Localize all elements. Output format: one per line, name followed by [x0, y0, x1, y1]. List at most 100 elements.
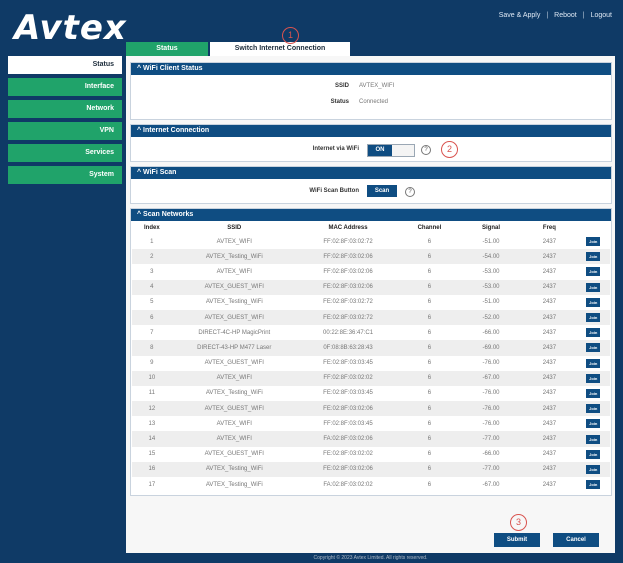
- cell-index: 5: [150, 299, 154, 306]
- cell-signal: -76.00: [482, 360, 500, 367]
- reboot-link[interactable]: Reboot: [551, 12, 580, 19]
- cell-index: 6: [132, 309, 172, 326]
- cell-channel: 6: [399, 461, 460, 477]
- table-row: 10 AVTEX_WIFI FF:02:8F:03:02:02 6 -67.00 2437…: [132, 370, 610, 386]
- cell-channel: 6: [427, 329, 432, 336]
- col-signal: Signal: [481, 224, 500, 231]
- cell-signal: -67.00: [459, 370, 523, 386]
- cell-signal: -69.00: [459, 340, 523, 356]
- help-icon[interactable]: ?: [405, 187, 415, 197]
- join-button[interactable]: Join: [586, 419, 601, 429]
- cell-freq: 2437: [522, 401, 577, 417]
- sidebar-item-interface[interactable]: Interface: [8, 78, 122, 96]
- join-button[interactable]: Join: [586, 267, 601, 277]
- cell-channel: 6: [427, 451, 432, 458]
- tab-switch-internet-connection[interactable]: Switch Internet Connection: [210, 42, 350, 56]
- table-row: 3 AVTEX_WIFI FF:02:8F:03:02:06 6 -53.00 2437 J…: [132, 264, 610, 279]
- cell-mac-address: FE:02:8F:03:02:72: [323, 299, 373, 306]
- table-row: 14 AVTEX_WIFI FA:02:8F:03:02:06 6 -77.00 2437…: [132, 431, 610, 447]
- tab-status[interactable]: Status: [126, 42, 208, 56]
- join-button[interactable]: Join: [586, 480, 601, 490]
- cell-action: Join: [577, 234, 610, 249]
- cell-mac-address: FE:02:8F:03:02:06: [296, 279, 400, 295]
- help-icon[interactable]: ?: [421, 145, 431, 155]
- top-links: Save & Apply | Reboot | Logout: [496, 12, 615, 19]
- sidebar-item-status[interactable]: Status: [8, 56, 122, 74]
- cell-mac-address: FF:02:8F:03:02:06: [323, 268, 373, 275]
- table-row: 8 DIRECT-43-HP M477 Laser 0F:08:8B:63:28:4…: [132, 340, 610, 356]
- sidebar: Status Interface Network VPN Services Sy…: [8, 56, 122, 188]
- join-button[interactable]: Join: [586, 449, 601, 459]
- annotation-marker-2: 2: [441, 141, 458, 158]
- status-label: Status: [330, 99, 349, 105]
- cell-signal: -52.00: [459, 309, 523, 326]
- join-button[interactable]: Join: [586, 464, 601, 474]
- cell-signal: -66.00: [482, 329, 500, 336]
- internet-via-wifi-toggle[interactable]: ON: [367, 144, 415, 157]
- internet-via-wifi-row: Internet via WiFi ON ?: [131, 141, 611, 157]
- join-button[interactable]: Join: [586, 388, 601, 398]
- logout-link[interactable]: Logout: [588, 12, 615, 19]
- scan-networks-body: 1 AVTEX_WIFI FF:02:8F:03:02:72 6 -51.00 2437 J…: [132, 234, 610, 492]
- scan-networks-panel: ^ Scan Networks Index SSID MAC Address C…: [130, 208, 612, 496]
- join-button[interactable]: Join: [586, 434, 601, 444]
- internet-via-wifi-label: Internet via WiFi: [312, 146, 359, 152]
- cell-freq: 2437: [542, 329, 557, 336]
- join-button[interactable]: Join: [586, 252, 601, 262]
- join-button[interactable]: Join: [586, 237, 601, 247]
- cell-index: 12: [132, 401, 172, 417]
- cell-freq: 2437: [522, 431, 577, 447]
- link-divider: |: [582, 12, 585, 19]
- cell-signal: -76.00: [459, 401, 523, 417]
- cell-freq: 2437: [522, 249, 577, 265]
- cell-action: Join: [576, 431, 610, 447]
- cell-index: 1: [150, 238, 154, 245]
- table-row: 2 AVTEX_Testing_WiFi FF:02:8F:03:02:06 6 -54…: [132, 249, 610, 265]
- col-index: Index: [143, 224, 160, 231]
- cell-action: Join: [576, 370, 610, 386]
- ssid-label: SSID: [334, 83, 349, 89]
- cell-ssid: AVTEX_Testing_WiFi: [171, 249, 297, 265]
- status-value: Connected: [359, 99, 389, 105]
- cell-ssid: AVTEX_Testing_WiFi: [205, 390, 263, 397]
- join-button[interactable]: Join: [586, 358, 601, 368]
- cell-mac-address: FF:02:8F:03:02:02: [296, 370, 400, 386]
- panel-title: WiFi Client Status: [143, 65, 203, 72]
- join-button[interactable]: Join: [586, 373, 601, 383]
- cancel-button[interactable]: Cancel: [553, 533, 599, 547]
- wifi-client-status-panel: ^ WiFi Client Status SSID AVTEX_WIFI Sta…: [130, 62, 612, 120]
- cell-ssid: AVTEX_GUEST_WIFI: [204, 360, 264, 367]
- join-button[interactable]: Join: [586, 404, 601, 414]
- panel-header: ^ Internet Connection: [131, 125, 611, 137]
- avtex-logo: Avtex: [14, 8, 127, 48]
- wifi-scan-row: WiFi Scan Button Scan ?: [131, 183, 611, 199]
- cell-index: 7: [150, 329, 154, 336]
- table-row: 11 AVTEX_Testing_WiFi FE:02:8F:03:03:45 6 -7…: [132, 386, 610, 401]
- sidebar-item-vpn[interactable]: VPN: [8, 122, 122, 140]
- cell-mac-address: FE:02:8F:03:02:06: [296, 461, 400, 477]
- cell-index: 10: [132, 370, 172, 386]
- table-row: 1 AVTEX_WIFI FF:02:8F:03:02:72 6 -51.00 2437 J…: [132, 234, 610, 249]
- cell-action: Join: [576, 401, 610, 417]
- footer-copyright: Copyright © 2023 Avtex Limited. All righ…: [313, 555, 428, 561]
- scan-networks-table: Index SSID MAC Address Channel Signal Fr…: [132, 221, 610, 492]
- table-row: 6 AVTEX_GUEST_WIFI FE:02:8F:03:02:72 6 -52.0…: [132, 309, 610, 326]
- save-apply-link[interactable]: Save & Apply: [496, 12, 544, 19]
- table-row: 15 AVTEX_GUEST_WIFI FE:02:8F:03:02:02 6 -66.…: [132, 447, 610, 462]
- join-button[interactable]: Join: [586, 328, 601, 338]
- join-button[interactable]: Join: [586, 282, 601, 292]
- cell-mac-address: FF:02:8F:03:02:72: [323, 238, 373, 245]
- cell-freq: 2437: [522, 461, 577, 477]
- submit-button[interactable]: Submit: [494, 533, 540, 547]
- sidebar-item-network[interactable]: Network: [8, 100, 122, 118]
- cell-signal: -51.00: [482, 299, 500, 306]
- sidebar-item-services[interactable]: Services: [8, 144, 122, 162]
- scan-button[interactable]: Scan: [367, 185, 397, 197]
- cell-signal: -53.00: [482, 268, 500, 275]
- join-button[interactable]: Join: [586, 297, 601, 307]
- sidebar-item-system[interactable]: System: [8, 166, 122, 184]
- cell-action: Join: [577, 295, 610, 310]
- join-button[interactable]: Join: [586, 343, 601, 353]
- join-button[interactable]: Join: [586, 313, 601, 323]
- cell-action: Join: [577, 386, 610, 401]
